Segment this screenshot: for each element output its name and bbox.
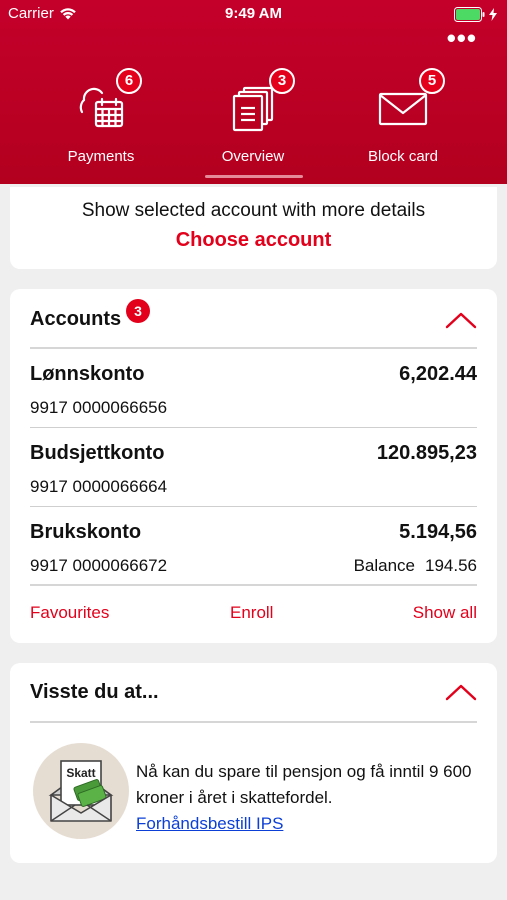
status-bar: Carrier 9:49 AM: [0, 5, 507, 25]
balance-label: Balance: [353, 556, 415, 575]
did-you-know-header[interactable]: Visste du at...: [30, 663, 477, 723]
account-row-brukskonto[interactable]: Brukskonto 5.194,56 9917 0000066672 Bala…: [30, 507, 477, 586]
documents-icon: [232, 86, 274, 132]
account-amount: 6,202.44: [399, 363, 477, 385]
accounts-title: Accounts: [30, 308, 122, 330]
show-all-link[interactable]: Show all: [413, 603, 477, 623]
accounts-header[interactable]: Accounts 3: [30, 289, 477, 349]
charging-bolt-icon: [489, 8, 497, 21]
accounts-card: Accounts 3 Lønnskonto 6,202.44 9917 0000…: [10, 289, 497, 643]
select-account-card: Show selected account with more details …: [10, 187, 497, 269]
status-time: 9:49 AM: [225, 5, 282, 22]
select-account-description: Show selected account with more details: [81, 200, 426, 221]
balance-value: 194.56: [425, 556, 477, 575]
tip-content: Skatt Nå kan du spare til pensjon og få …: [30, 723, 477, 861]
tip-text: Nå kan du spare til pensjon og få inntil…: [136, 762, 472, 807]
account-balance: Balance 194.56: [354, 556, 477, 576]
accounts-count-badge: 3: [126, 299, 150, 323]
tip-text-block: Nå kan du spare til pensjon og få inntil…: [136, 759, 486, 837]
tab-block-card[interactable]: 5 Block card: [333, 68, 473, 165]
overview-badge: 3: [269, 68, 295, 94]
account-row-lonnskonto[interactable]: Lønnskonto 6,202.44 9917 0000066656: [30, 349, 477, 428]
chevron-up-icon[interactable]: [445, 683, 477, 701]
tab-payments-label: Payments: [67, 148, 135, 165]
account-amount: 120.895,23: [376, 442, 477, 464]
account-row-budsjettkonto[interactable]: Budsjettkonto 120.895,23 9917 0000066664: [30, 428, 477, 507]
enroll-link[interactable]: Enroll: [230, 603, 273, 623]
did-you-know-card: Visste du at... Skatt Nå kan du spare ti…: [10, 663, 497, 863]
choose-account-button[interactable]: Choose account: [10, 229, 497, 252]
tab-block-card-label: Block card: [367, 148, 439, 165]
preorder-ips-link[interactable]: Forhåndsbestill IPS: [136, 811, 486, 837]
tab-bar: 6 Payments 3 Overview 5 Block card: [0, 68, 507, 184]
account-name: Brukskonto: [30, 521, 142, 543]
account-number: 9917 0000066656: [30, 398, 168, 417]
account-name: Lønnskonto: [30, 363, 145, 385]
accounts-actions: Favourites Enroll Show all: [30, 586, 477, 641]
block-card-badge: 5: [419, 68, 445, 94]
envelope-icon: [378, 92, 428, 126]
account-amount: 5.194,56: [399, 521, 477, 543]
tab-payments[interactable]: 6 Payments: [31, 68, 171, 165]
tab-overview[interactable]: 3 Overview: [183, 68, 323, 165]
account-name: Budsjettkonto: [30, 442, 165, 464]
account-number: 9917 0000066664: [30, 477, 168, 496]
tax-envelope-icon: Skatt: [48, 760, 114, 822]
favourites-link[interactable]: Favourites: [30, 603, 109, 623]
payments-badge: 6: [116, 68, 142, 94]
more-menu-button[interactable]: •••: [447, 25, 477, 51]
tax-envelope-illustration: Skatt: [33, 743, 129, 839]
did-you-know-title: Visste du at...: [30, 681, 159, 703]
chevron-up-icon[interactable]: [445, 311, 477, 329]
envelope-label: Skatt: [66, 766, 95, 780]
battery-icon: [454, 7, 497, 22]
app-header: Carrier 9:49 AM ••• 6 Payments 3 Overvie…: [0, 0, 507, 184]
more-dots-icon: •••: [446, 23, 477, 53]
account-number: 9917 0000066672: [30, 556, 168, 575]
active-tab-indicator: [205, 175, 303, 178]
tab-overview-label: Overview: [221, 148, 285, 165]
